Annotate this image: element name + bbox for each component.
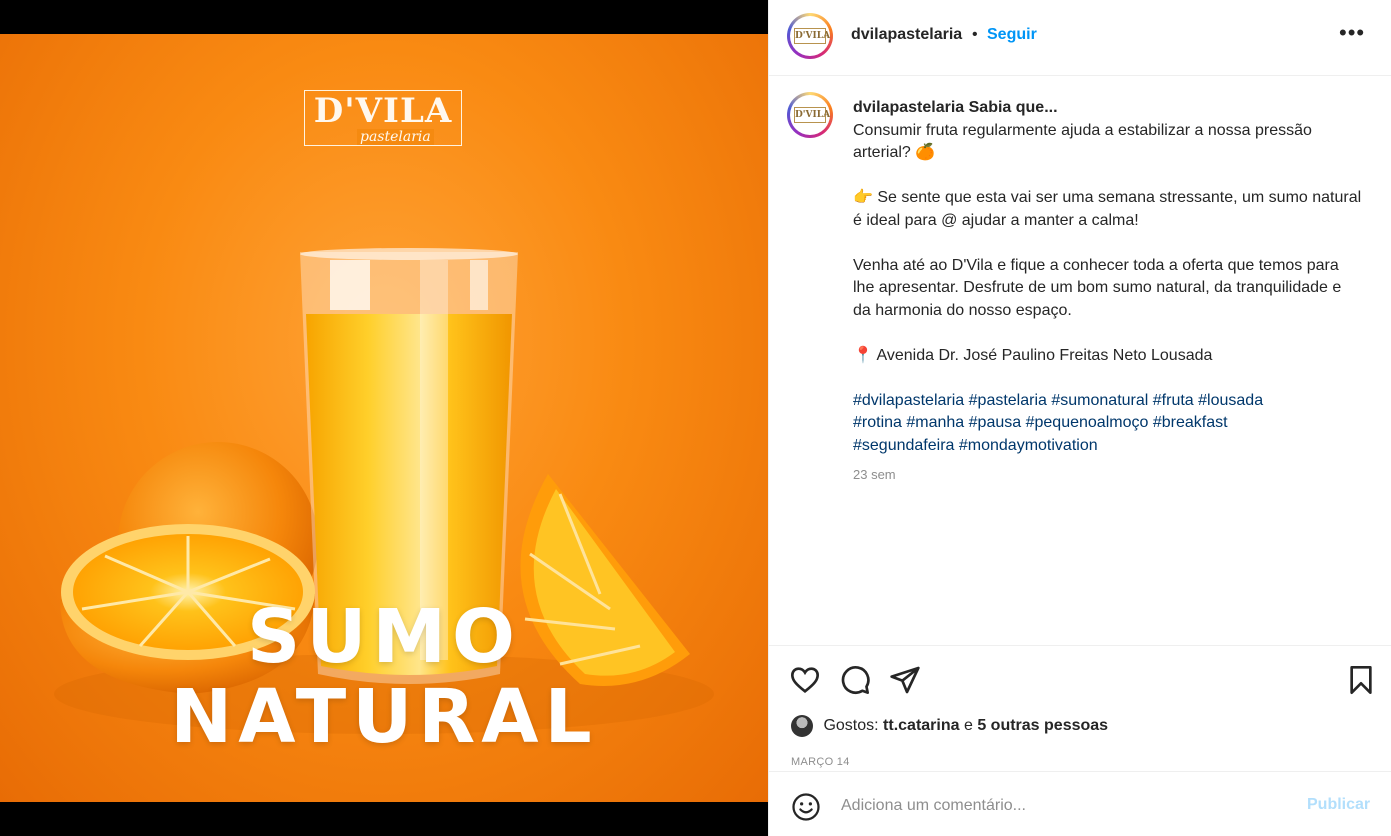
post-caption: dvilapastelaria Sabia que... Consumir fr… [853, 97, 1363, 487]
hashtag-link[interactable]: #pastelaria [969, 392, 1047, 409]
liker-username[interactable]: tt.catarina [883, 717, 959, 734]
heart-icon[interactable] [789, 664, 821, 696]
comment-bubble-icon[interactable] [839, 664, 871, 696]
brand-logo: D'VILA pastelaria [304, 90, 462, 146]
caption-title: Sabia que... [968, 99, 1058, 116]
post-date[interactable]: MARÇO 14 [791, 756, 850, 768]
headline-line-2: NATURAL [170, 674, 598, 760]
likes-others[interactable]: 5 outras pessoas [977, 717, 1108, 734]
hashtag-link[interactable]: #segundafeira [853, 437, 954, 454]
post-time-ago[interactable]: 23 sem [853, 464, 1363, 487]
likes-prefix: Gostos: [823, 717, 879, 735]
comment-input[interactable] [839, 794, 1283, 818]
hashtag-link[interactable]: #pausa [969, 414, 1022, 431]
caption-line-3: Venha até ao D'Vila e fique a conhecer t… [853, 256, 1342, 319]
caption-line-2: 👉 Se sente que esta vai ser uma semana s… [853, 189, 1362, 229]
comment-box: Publicar [769, 771, 1391, 836]
paper-plane-icon[interactable] [889, 664, 921, 696]
logo-sub-text: pastelaria [357, 129, 434, 145]
username-link[interactable]: dvilapastelaria [851, 26, 962, 44]
hashtag-link[interactable]: #pequenoalmoço [1026, 414, 1149, 431]
hashtag-link[interactable]: #fruta [1153, 392, 1194, 409]
post-media[interactable]: D'VILA pastelaria SUMO NATURAL [0, 0, 768, 836]
publish-button[interactable]: Publicar [1307, 796, 1370, 814]
avatar[interactable]: D'VILA [787, 13, 833, 59]
hashtag-list: #dvilapastelaria #pastelaria #sumonatura… [853, 390, 1363, 458]
post-photo: D'VILA pastelaria SUMO NATURAL [0, 34, 768, 802]
caption-avatar[interactable]: D'VILA [787, 92, 833, 138]
follow-button[interactable]: Seguir [987, 26, 1037, 44]
liker-avatar [791, 715, 813, 737]
avatar-monogram: D'VILA [794, 107, 830, 123]
avatar-monogram: D'VILA [794, 28, 830, 44]
more-options-icon[interactable]: ••• [1339, 20, 1365, 46]
hashtag-link[interactable]: #dvilapastelaria [853, 392, 964, 409]
hashtag-link[interactable]: #mondaymotivation [959, 437, 1098, 454]
headline-line-1: SUMO [247, 594, 521, 680]
separator-dot: • [972, 26, 978, 43]
emoji-icon[interactable] [791, 792, 821, 822]
caption-location: 📍 Avenida Dr. José Paulino Freitas Neto … [853, 346, 1213, 364]
hashtag-link[interactable]: #rotina [853, 414, 902, 431]
hashtag-link[interactable]: #breakfast [1153, 414, 1228, 431]
bookmark-icon[interactable] [1345, 664, 1377, 696]
likes-summary[interactable]: Gostos: tt.catarina e 5 outras pessoas [791, 715, 1108, 743]
caption-username[interactable]: dvilapastelaria [853, 99, 964, 116]
post-side-panel: D'VILA dvilapastelaria • Seguir ••• D'VI… [768, 0, 1391, 836]
logo-main-text: D'VILA [313, 91, 453, 131]
caption-line-1: Consumir fruta regularmente ajuda a esta… [853, 121, 1312, 162]
likes-conjunction: e [963, 717, 973, 735]
hashtag-link[interactable]: #lousada [1198, 392, 1263, 409]
hashtag-link[interactable]: #manha [906, 414, 964, 431]
post-header: D'VILA dvilapastelaria • Seguir ••• [769, 0, 1391, 76]
hashtag-link[interactable]: #sumonatural [1051, 392, 1148, 409]
action-bar [769, 645, 1391, 715]
